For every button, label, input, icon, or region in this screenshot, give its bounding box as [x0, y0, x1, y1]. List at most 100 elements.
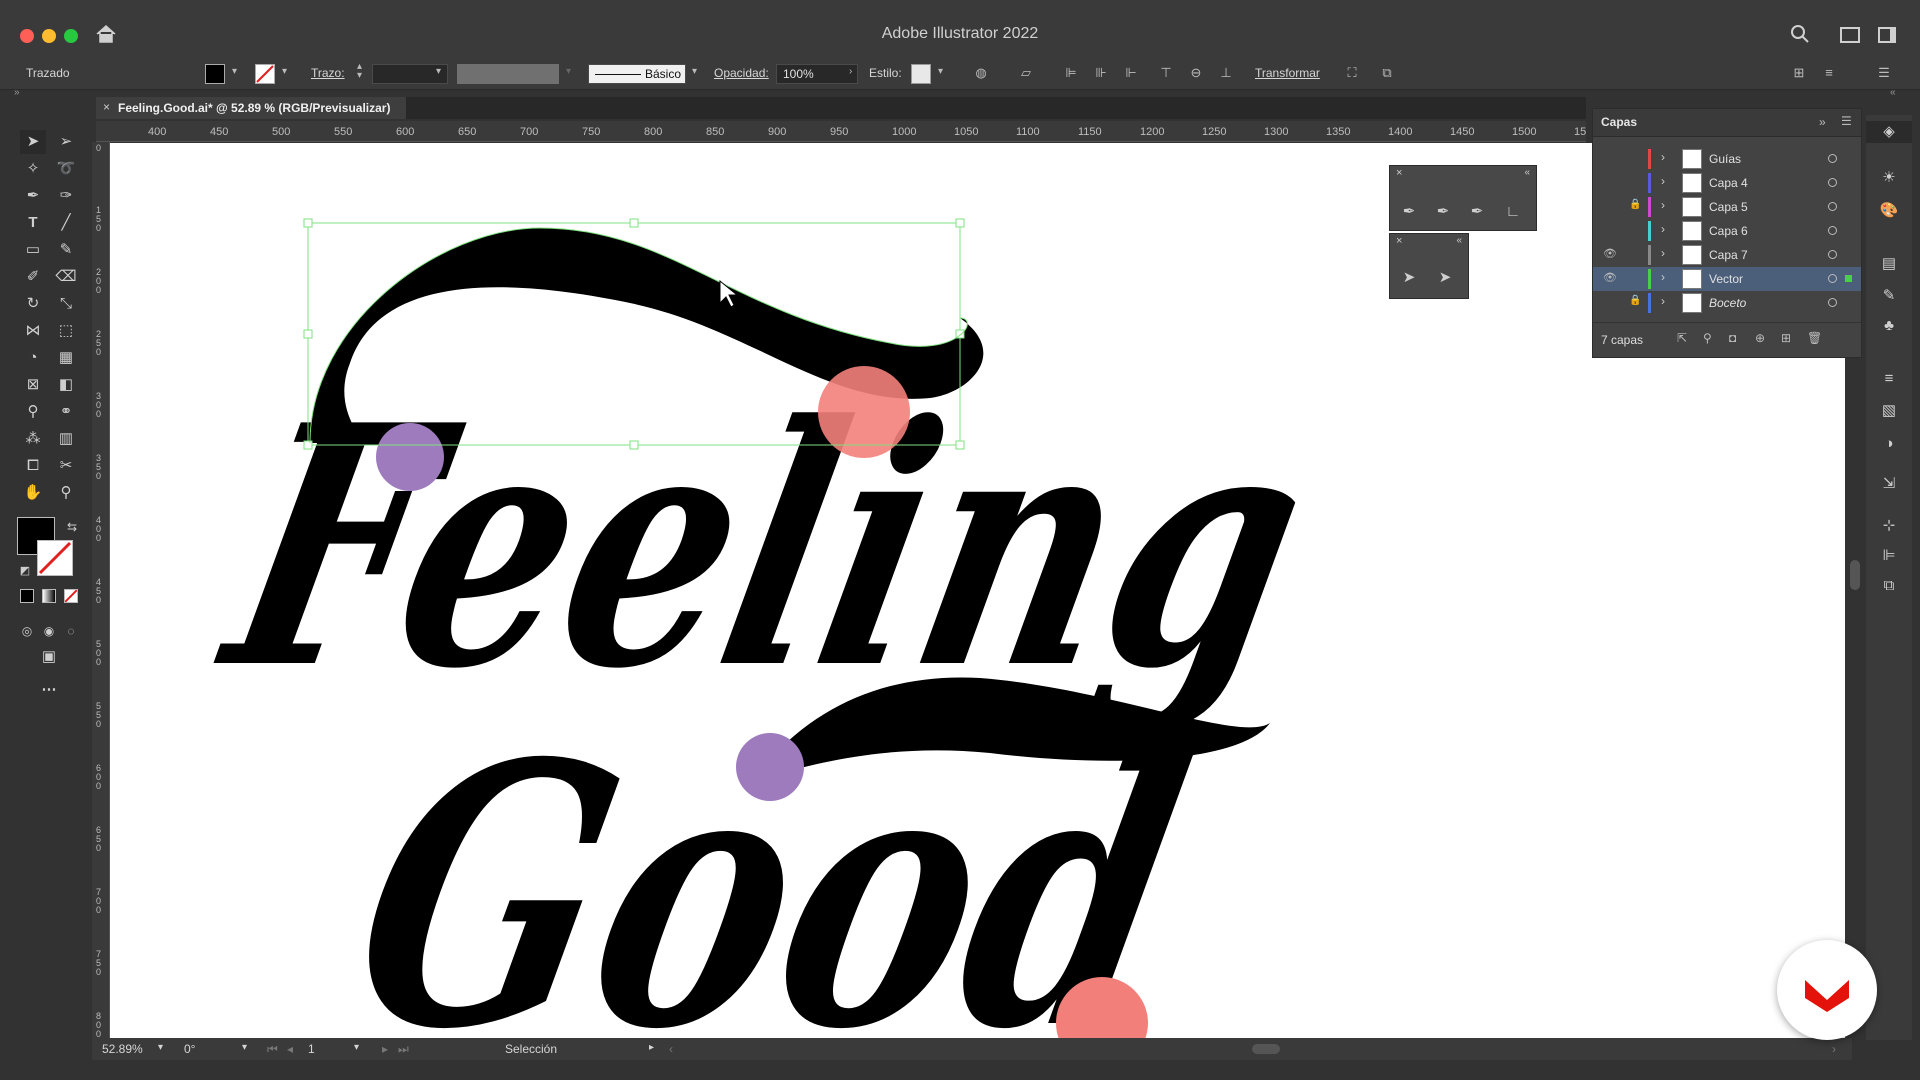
- anchor-dot-purple-1[interactable]: [376, 423, 444, 491]
- artboard-dropdown-icon[interactable]: ▾: [354, 1042, 359, 1053]
- lock-icon[interactable]: 🔒: [1629, 199, 1641, 210]
- layer-target-icon[interactable]: [1828, 178, 1837, 187]
- horizontal-scrollbar[interactable]: [1252, 1044, 1280, 1054]
- horizontal-ruler[interactable]: 400 450 500 550 600 650 700 750 800 850 900 950 1000…: [96, 121, 1586, 142]
- transparency-panel-icon[interactable]: ◑: [1866, 433, 1912, 455]
- more-tools-icon[interactable]: ⋯: [36, 678, 62, 702]
- artboard-number[interactable]: 1: [308, 1042, 315, 1056]
- stroke-swatch[interactable]: [255, 64, 275, 84]
- stroke-panel-icon[interactable]: ≡: [1866, 368, 1912, 390]
- align-top-icon[interactable]: ⊤: [1157, 66, 1175, 80]
- layers-panel-icon[interactable]: ◈: [1866, 121, 1912, 143]
- line-tool-icon[interactable]: ╱: [53, 211, 79, 235]
- zoom-level[interactable]: 52.89%: [102, 1042, 143, 1056]
- graph-tool-icon[interactable]: ▥: [53, 427, 79, 451]
- eyedropper-tool-icon[interactable]: ⚲: [20, 400, 46, 424]
- new-layer-icon[interactable]: ⊞: [1781, 331, 1791, 345]
- export-panel-icon[interactable]: ⇲: [1866, 473, 1912, 495]
- fill-swatch[interactable]: [205, 64, 225, 84]
- layer-name[interactable]: Vector: [1709, 272, 1743, 286]
- lock-icon[interactable]: 🔒: [1629, 295, 1641, 306]
- none-mode-icon[interactable]: [64, 589, 78, 603]
- perspective-grid-tool-icon[interactable]: ▦: [53, 346, 79, 370]
- artboard-tool-icon[interactable]: ⧠: [20, 454, 46, 478]
- align-center-icon[interactable]: ⊪: [1092, 66, 1110, 80]
- layer-row[interactable]: 👁 › Capa 7: [1593, 243, 1861, 267]
- zoom-dropdown-icon[interactable]: ▾: [158, 1042, 163, 1053]
- layer-name[interactable]: Capa 5: [1709, 200, 1748, 214]
- layer-target-icon[interactable]: [1828, 250, 1837, 259]
- magic-wand-tool-icon[interactable]: ✧: [20, 157, 46, 181]
- artwork[interactable]: Feeling Good: [110, 143, 1845, 1038]
- add-anchor-tool-icon[interactable]: ✒: [1430, 200, 1456, 224]
- scale-tool-icon[interactable]: ⤡: [53, 292, 79, 316]
- curvature-tool-icon[interactable]: ✑: [53, 184, 79, 208]
- pathfinder-panel-icon[interactable]: ⧉: [1866, 575, 1912, 597]
- panel-toggle-icon[interactable]: [1878, 27, 1896, 43]
- shaper-tool-icon[interactable]: ✐: [20, 265, 46, 289]
- vertical-ruler[interactable]: 0 150 200 250 300 350 400 450 500 550 600 650 700 750…: [92, 142, 110, 1042]
- rectangle-tool-icon[interactable]: ▭: [20, 238, 46, 262]
- scroll-right-icon[interactable]: ›: [1832, 1042, 1836, 1056]
- type-tool-icon[interactable]: T: [20, 211, 46, 235]
- export-icon[interactable]: ⇱: [1677, 331, 1687, 345]
- style-swatch[interactable]: [911, 64, 931, 84]
- shape-builder-tool-icon[interactable]: ◔: [20, 346, 46, 370]
- collapse-panel-icon[interactable]: «: [1456, 235, 1462, 246]
- color-panel-icon[interactable]: 🎨: [1866, 200, 1912, 222]
- canvas[interactable]: Feeling Good × « ✒ ✒ ✒ ∟ × « ➤ ➤: [110, 143, 1845, 1038]
- first-artboard-icon[interactable]: ⏮: [267, 1042, 278, 1057]
- layer-target-icon[interactable]: [1828, 154, 1837, 163]
- pen-tool-icon[interactable]: ✒: [1396, 200, 1422, 224]
- group-selection-tool-icon[interactable]: ➤: [1432, 266, 1458, 290]
- close-tab-icon[interactable]: ×: [103, 100, 110, 114]
- blend-tool-icon[interactable]: ⚭: [53, 400, 79, 424]
- rotation-value[interactable]: 0°: [184, 1042, 195, 1056]
- isolate-icon[interactable]: ⛶: [1343, 66, 1361, 80]
- eraser-tool-icon[interactable]: ⌫: [53, 265, 79, 289]
- arrange-icon[interactable]: ⧉: [1378, 66, 1396, 80]
- text-align-icon[interactable]: ≡: [1820, 66, 1838, 80]
- collapse-panels-icon[interactable]: «: [1890, 87, 1896, 98]
- transform-panel-icon[interactable]: ⊹: [1866, 515, 1912, 537]
- document-tab[interactable]: × Feeling.Good.ai* @ 52.89 % (RGB/Previs…: [96, 97, 406, 119]
- libraries-panel-icon[interactable]: ▤: [1866, 253, 1912, 275]
- visibility-eye-icon[interactable]: 👁: [1603, 247, 1617, 260]
- anchor-dot-salmon-1[interactable]: [818, 366, 910, 458]
- visibility-eye-icon[interactable]: 👁: [1603, 271, 1617, 284]
- align-left-icon[interactable]: ⊫: [1062, 66, 1080, 80]
- stroke-label[interactable]: Trazo:: [311, 66, 345, 80]
- variable-width-field[interactable]: [457, 64, 559, 84]
- gradient-tool-icon[interactable]: ◧: [53, 373, 79, 397]
- layer-target-icon[interactable]: [1828, 226, 1837, 235]
- expand-chevron-icon[interactable]: ›: [1661, 246, 1665, 260]
- layer-row[interactable]: › Capa 6: [1593, 219, 1861, 243]
- layer-target-icon[interactable]: [1828, 274, 1837, 283]
- opacity-label[interactable]: Opacidad:: [714, 66, 769, 80]
- workspace-icon[interactable]: [1840, 27, 1860, 43]
- symbol-sprayer-tool-icon[interactable]: ⁂: [20, 427, 46, 451]
- style-dropdown-icon[interactable]: ▾: [938, 66, 943, 77]
- layers-panel-title[interactable]: Capas: [1601, 115, 1637, 129]
- trash-icon[interactable]: 🗑: [1807, 331, 1822, 345]
- expand-chevron-icon[interactable]: ›: [1661, 270, 1665, 284]
- expand-chevron-icon[interactable]: ›: [1661, 222, 1665, 236]
- transform-label[interactable]: Transformar: [1255, 66, 1320, 80]
- pen-tool-icon[interactable]: ✒: [20, 184, 46, 208]
- collapse-layers-icon[interactable]: »: [1819, 115, 1826, 129]
- recolor-icon[interactable]: ◍: [972, 66, 990, 80]
- stroke-color-box[interactable]: [37, 540, 73, 576]
- slice-tool-icon[interactable]: ✂: [53, 454, 79, 478]
- artboard[interactable]: Feeling Good × « ✒ ✒ ✒ ∟ × « ➤ ➤: [110, 143, 1845, 1038]
- layer-name[interactable]: Guías: [1709, 152, 1741, 166]
- layer-row[interactable]: 👁 › Vector: [1593, 267, 1861, 291]
- variable-width-dropdown-icon[interactable]: ▾: [566, 66, 571, 77]
- mesh-tool-icon[interactable]: ⊠: [20, 373, 46, 397]
- opacity-arrow-icon[interactable]: ›: [849, 66, 852, 77]
- layer-name[interactable]: Capa 6: [1709, 224, 1748, 238]
- stroke-dropdown-icon[interactable]: ▾: [282, 66, 287, 77]
- search-icon[interactable]: [1790, 24, 1810, 44]
- brush-definition-field[interactable]: Básico: [588, 64, 686, 84]
- next-artboard-icon[interactable]: ▸: [382, 1042, 388, 1056]
- stroke-weight-dropdown-icon[interactable]: ▾: [436, 66, 441, 77]
